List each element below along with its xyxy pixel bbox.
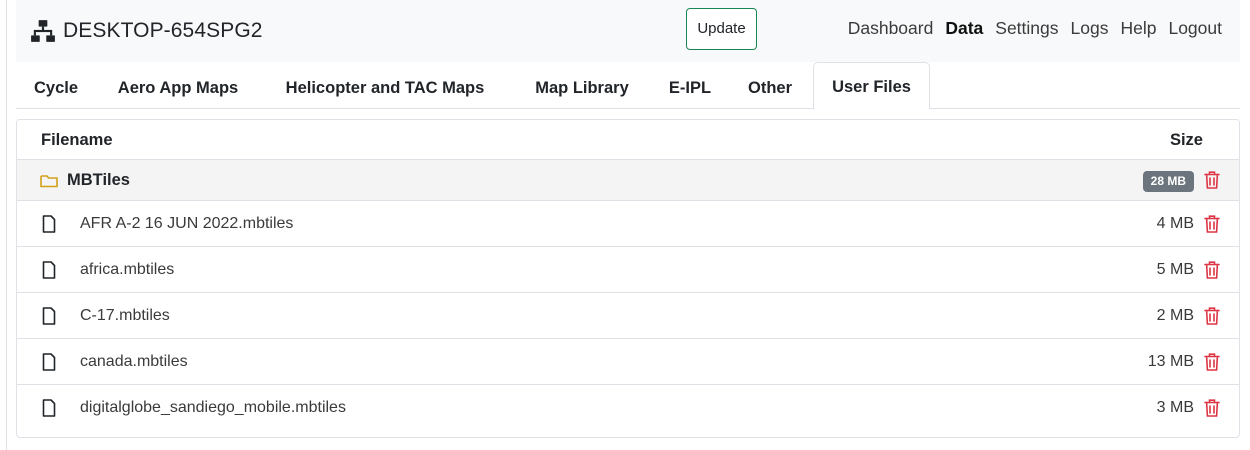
trash-icon[interactable] [1203, 398, 1221, 418]
file-row[interactable]: canada.mbtiles 13 MB [17, 339, 1239, 385]
file-name[interactable]: C-17.mbtiles [80, 293, 170, 339]
file-row[interactable]: digitalglobe_sandiego_mobile.mbtiles 3 M… [17, 385, 1239, 431]
tab-other[interactable]: Other [738, 68, 802, 109]
update-button[interactable]: Update [686, 8, 757, 50]
tab-user-files[interactable]: User Files [813, 62, 930, 110]
file-icon [39, 260, 59, 280]
file-row[interactable]: AFR A-2 16 JUN 2022.mbtiles 4 MB [17, 201, 1239, 247]
file-name[interactable]: canada.mbtiles [80, 339, 188, 385]
trash-icon[interactable] [1203, 214, 1221, 234]
trash-icon[interactable] [1203, 352, 1221, 372]
nav-logout[interactable]: Logout [1168, 18, 1222, 39]
tab-map-library[interactable]: Map Library [521, 68, 643, 109]
tab-helicopter-tac-maps[interactable]: Helicopter and TAC Maps [274, 68, 496, 109]
file-size: 4 MB [1156, 215, 1194, 232]
tab-cycle[interactable]: Cycle [28, 68, 84, 109]
file-name[interactable]: digitalglobe_sandiego_mobile.mbtiles [80, 385, 346, 431]
brand[interactable]: DESKTOP-654SPG2 [30, 18, 263, 44]
file-size: 3 MB [1156, 399, 1194, 416]
trash-icon[interactable] [1203, 306, 1221, 326]
column-size: Size [1169, 131, 1203, 149]
data-tabs: Cycle Aero App Maps Helicopter and TAC M… [16, 62, 1240, 110]
main-nav: Dashboard Data Settings Logs Help Logout [848, 18, 1222, 39]
nav-settings[interactable]: Settings [995, 18, 1058, 39]
file-size: 5 MB [1156, 261, 1194, 278]
file-size: 13 MB [1147, 353, 1194, 370]
file-row[interactable]: africa.mbtiles 5 MB [17, 247, 1239, 293]
folder-name[interactable]: MBTiles [67, 160, 130, 201]
hostname: DESKTOP-654SPG2 [63, 19, 263, 42]
file-row[interactable]: C-17.mbtiles 2 MB [17, 293, 1239, 339]
top-navbar: DESKTOP-654SPG2 Update Dashboard Data Se… [16, 0, 1240, 62]
tab-aero-app-maps[interactable]: Aero App Maps [106, 68, 250, 109]
folder-row[interactable]: MBTiles 28 MB [17, 160, 1239, 201]
file-name[interactable]: africa.mbtiles [80, 247, 174, 293]
file-icon [39, 398, 59, 418]
folder-icon [39, 171, 59, 191]
tab-e-ipl[interactable]: E-IPL [661, 68, 719, 109]
file-icon [39, 306, 59, 326]
file-name[interactable]: AFR A-2 16 JUN 2022.mbtiles [80, 201, 293, 247]
left-divider [6, 0, 7, 450]
table-header: Filename Size [17, 120, 1239, 160]
trash-icon[interactable] [1203, 170, 1221, 190]
trash-icon[interactable] [1203, 260, 1221, 280]
folder-size-badge: 28 MB [1142, 171, 1194, 192]
page: DESKTOP-654SPG2 Update Dashboard Data Se… [0, 0, 1250, 450]
nav-dashboard[interactable]: Dashboard [848, 18, 934, 39]
nav-data[interactable]: Data [945, 18, 983, 39]
nav-help[interactable]: Help [1120, 18, 1156, 39]
file-size: 2 MB [1156, 307, 1194, 324]
file-table: Filename Size MBTiles 28 MB AFR A-2 16 J… [16, 119, 1240, 438]
column-filename: Filename [41, 131, 113, 149]
file-icon [39, 214, 59, 234]
file-icon [39, 352, 59, 372]
network-icon [30, 18, 56, 44]
nav-logs[interactable]: Logs [1071, 18, 1109, 39]
